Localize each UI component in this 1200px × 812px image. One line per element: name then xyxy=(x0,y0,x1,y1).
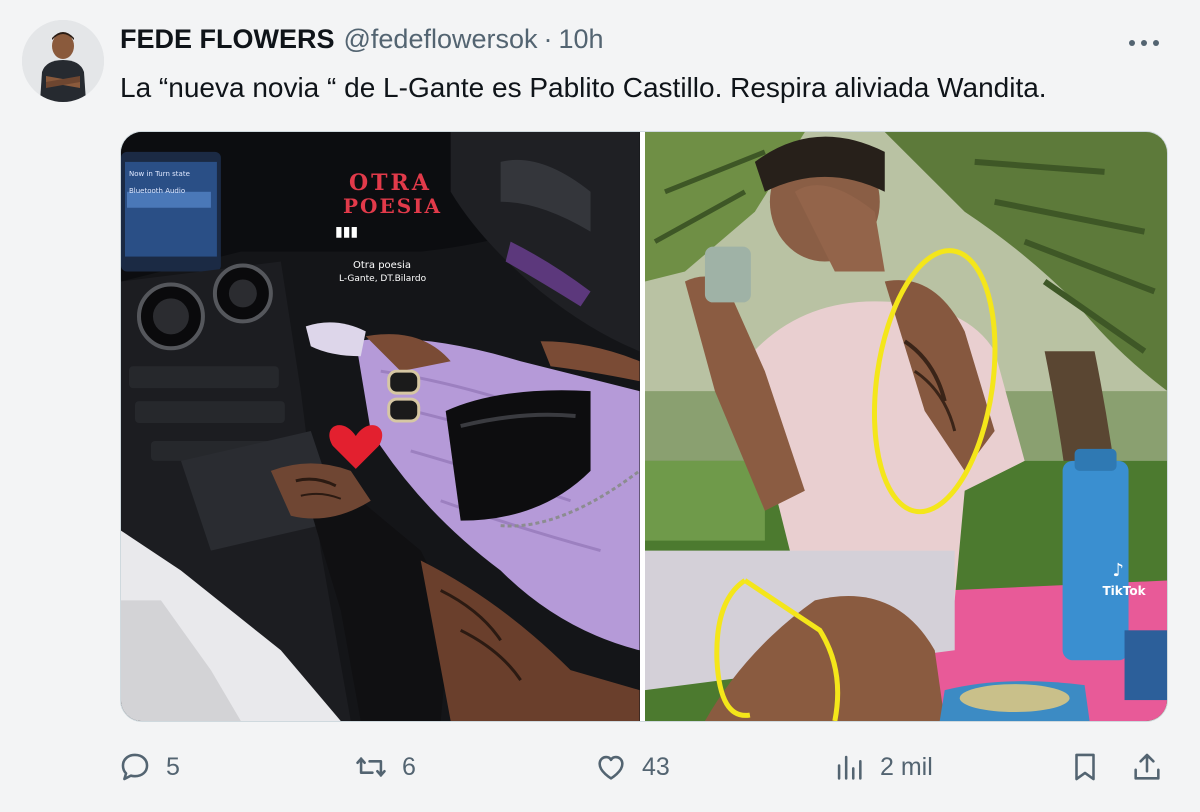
reply-icon xyxy=(121,753,149,781)
car-screen-text1: Bluetooth Audio xyxy=(129,187,186,195)
more-options-button[interactable] xyxy=(1126,28,1162,58)
media-photo-picnic[interactable]: ♪ TikTok xyxy=(644,132,1167,721)
tiktok-logo-icon: ♪ xyxy=(1112,560,1125,581)
bar-chart-icon xyxy=(837,755,862,780)
more-icon xyxy=(1129,40,1159,46)
reply-count: 5 xyxy=(166,752,180,781)
car-interior-image xyxy=(121,132,640,721)
retweet-icon xyxy=(356,757,386,777)
share-icon xyxy=(1134,753,1160,780)
song-title: Otra poesia xyxy=(353,260,411,271)
views-count: 2 mil xyxy=(880,752,933,781)
tweet-card[interactable]: FEDE FLOWERS @fedeflowersok · 10h La “nu… xyxy=(0,0,1200,812)
bookmark-button[interactable] xyxy=(1068,744,1102,790)
author-handle[interactable]: @fedeflowersok xyxy=(344,24,538,55)
retweet-count: 6 xyxy=(402,752,416,781)
media-photo-car-interior[interactable]: OTRA POESIA ▮▮▮ Otra poesia L-Gante, DT.… xyxy=(121,132,640,721)
picnic-image xyxy=(644,132,1167,721)
separator-dot: · xyxy=(543,24,553,54)
tweet-timestamp[interactable]: 10h xyxy=(559,24,604,55)
otra-poesia-logo-line2: POESIA xyxy=(343,194,443,218)
tiktok-watermark: TikTok xyxy=(1102,584,1146,598)
reply-button[interactable]: 5 xyxy=(118,744,180,790)
author-name[interactable]: FEDE FLOWERS xyxy=(120,24,335,55)
tweet-text: La “nueva novia “ de L-Gante es Pablito … xyxy=(120,72,1047,103)
song-artist: L-Gante, DT.Bilardo xyxy=(339,274,427,284)
tweet-header: FEDE FLOWERS @fedeflowersok · 10h xyxy=(120,24,604,55)
like-button[interactable]: 43 xyxy=(594,744,670,790)
otra-poesia-logo-line1: OTRA xyxy=(349,170,432,196)
bookmark-icon xyxy=(1075,753,1095,781)
music-bars-icon: ▮▮▮ xyxy=(335,224,359,240)
share-button[interactable] xyxy=(1130,744,1164,790)
heart-icon xyxy=(598,755,624,780)
car-screen-text2: Now in Turn state xyxy=(129,170,190,178)
views-button[interactable]: 2 mil xyxy=(832,744,933,790)
tweet-media[interactable]: OTRA POESIA ▮▮▮ Otra poesia L-Gante, DT.… xyxy=(120,131,1168,722)
avatar[interactable] xyxy=(22,20,104,102)
avatar-image xyxy=(22,20,104,102)
like-count: 43 xyxy=(642,752,670,781)
action-bar: 5 6 43 2 mil xyxy=(0,744,1200,794)
retweet-button[interactable]: 6 xyxy=(354,744,416,790)
